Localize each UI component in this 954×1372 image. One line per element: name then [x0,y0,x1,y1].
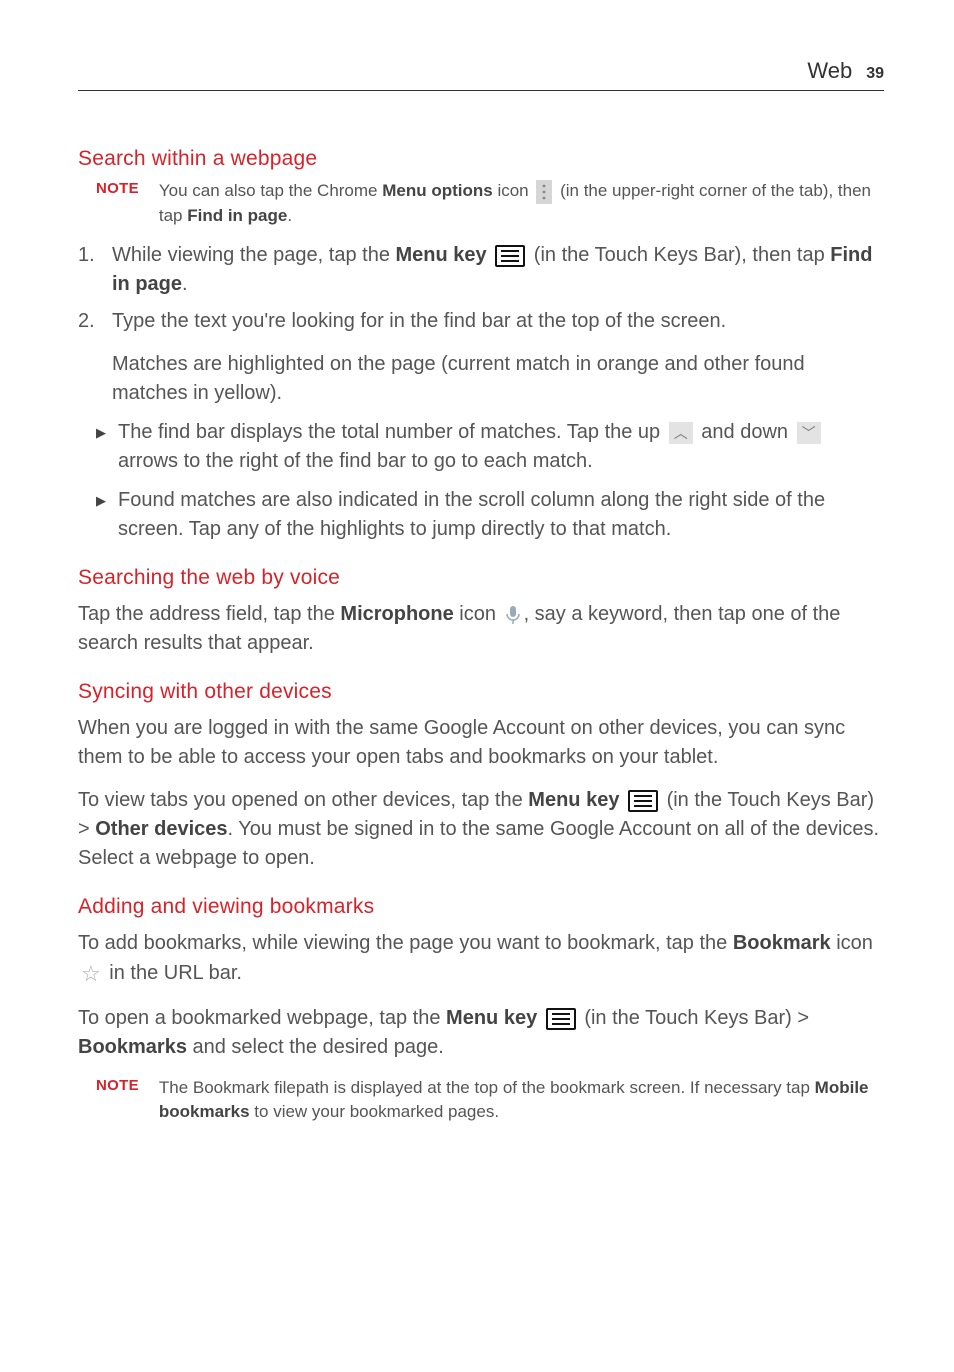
note-label: NOTE [96,1076,139,1124]
star-outline-icon: ☆ [81,958,101,990]
steps-list: 1. While viewing the page, tap the Menu … [78,241,884,336]
step-2-sub: Matches are highlighted on the page (cur… [112,350,884,408]
chevron-down-icon: ﹀ [797,422,821,444]
step-1: 1. While viewing the page, tap the Menu … [78,241,884,299]
menu-key-icon [628,790,658,812]
heading-bookmarks: Adding and viewing bookmarks [78,895,884,919]
heading-syncing: Syncing with other devices [78,680,884,704]
note-text: The Bookmark filepath is displayed at th… [159,1076,884,1124]
page-header: Web 39 [78,58,884,91]
microphone-icon [505,605,521,625]
header-section: Web [807,58,852,84]
note-label: NOTE [96,179,139,227]
chevron-up-icon: ︿ [669,422,693,444]
bookmarks-p1: To add bookmarks, while viewing the page… [78,929,884,990]
menu-key-icon [495,245,525,267]
bookmarks-p2: To open a bookmarked webpage, tap the Me… [78,1004,884,1062]
more-vert-icon [536,180,552,204]
bullet-icon: ▶ [96,418,108,476]
header-page-number: 39 [866,65,884,83]
note-block-2: NOTE The Bookmark filepath is displayed … [96,1076,884,1124]
bullets: ▶ The find bar displays the total number… [96,418,884,544]
heading-voice: Searching the web by voice [78,566,884,590]
bullet-2: ▶ Found matches are also indicated in th… [96,486,884,544]
syncing-p2: To view tabs you opened on other devices… [78,786,884,873]
bullet-1: ▶ The find bar displays the total number… [96,418,884,476]
voice-paragraph: Tap the address field, tap the Microphon… [78,600,884,658]
syncing-p1: When you are logged in with the same Goo… [78,714,884,772]
bullet-icon: ▶ [96,486,108,544]
note-block: NOTE You can also tap the Chrome Menu op… [96,179,884,227]
menu-key-icon [546,1008,576,1030]
note-text: You can also tap the Chrome Menu options… [159,179,884,227]
step-2: 2. Type the text you're looking for in t… [78,307,884,336]
heading-search-within: Search within a webpage [78,147,884,171]
